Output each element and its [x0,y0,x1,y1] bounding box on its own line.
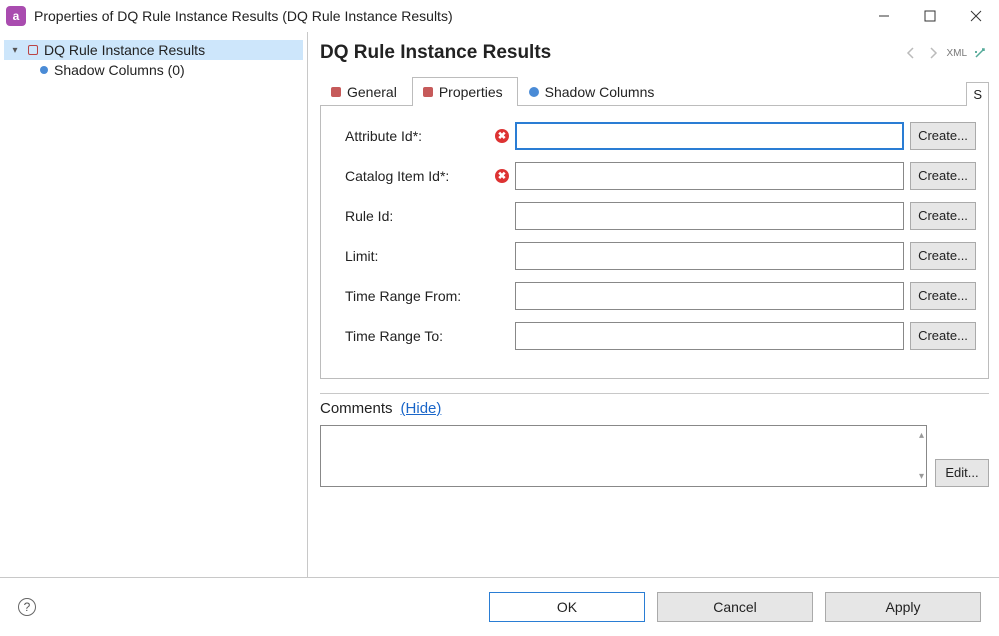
window-buttons [861,0,999,32]
titlebar: a Properties of DQ Rule Instance Results… [0,0,999,32]
node-icon [28,45,38,55]
node-icon [40,66,48,74]
xml-label[interactable]: XML [946,48,967,59]
scrollbar[interactable]: ▴ ▾ [919,430,924,482]
ok-button[interactable]: OK [489,592,645,622]
field-label: Limit: [345,248,495,264]
tab-properties-icon [423,87,433,97]
edit-button[interactable]: Edit... [935,459,989,487]
form-row: Time Range To: Create... [345,322,976,350]
help-icon[interactable]: ? [18,598,36,616]
text-input[interactable] [515,162,904,190]
minimize-button[interactable] [861,0,907,32]
form-row: Rule Id: Create... [345,202,976,230]
field-label: Attribute Id*: [345,128,495,144]
maximize-button[interactable] [907,0,953,32]
footer: ? OK Cancel Apply [0,577,999,636]
content-area: ▾ DQ Rule Instance Results Shadow Column… [0,32,999,577]
field-label: Catalog Item Id*: [345,168,495,184]
field-label: Rule Id: [345,208,495,224]
comments-header: Comments (Hide) [320,394,989,425]
text-input[interactable] [515,322,904,350]
page-title: DQ Rule Instance Results [320,42,898,64]
form-row: Limit: Create... [345,242,976,270]
tree-panel: ▾ DQ Rule Instance Results Shadow Column… [0,32,308,577]
window-title: Properties of DQ Rule Instance Results (… [34,8,861,24]
tree-child-label: Shadow Columns (0) [54,62,185,78]
nav-forward-icon[interactable] [924,44,942,62]
comments-row: ▴ ▾ Edit... [320,425,989,487]
text-input[interactable] [515,242,904,270]
tab-general-icon [331,87,341,97]
apply-button[interactable]: Apply [825,592,981,622]
text-input[interactable] [515,202,904,230]
header-row: DQ Rule Instance Results XML [320,42,989,64]
create-button[interactable]: Create... [910,122,976,150]
form-row: Catalog Item Id*:✖ Create... [345,162,976,190]
create-button[interactable]: Create... [910,322,976,350]
error-icon: ✖ [495,129,509,143]
nav-back-icon[interactable] [902,44,920,62]
tree-child-item[interactable]: Shadow Columns (0) [30,60,303,80]
tab-shadow-label: Shadow Columns [545,84,655,100]
form-row: Attribute Id*:✖ Create... [345,122,976,150]
error-icon: ✖ [495,169,509,183]
comments-hide-link[interactable]: (Hide) [401,400,442,417]
tab-shadow-columns[interactable]: Shadow Columns [518,77,670,106]
text-input[interactable] [515,122,904,150]
cancel-button[interactable]: Cancel [657,592,813,622]
create-button[interactable]: Create... [910,202,976,230]
tab-general[interactable]: General [320,77,412,106]
form-area: Attribute Id*:✖Create...Catalog Item Id*… [320,106,989,379]
main-panel: DQ Rule Instance Results XML General Pro… [308,32,999,577]
field-label: Time Range From: [345,288,495,304]
expand-arrow-icon[interactable]: ▾ [8,45,22,56]
scroll-up-icon[interactable]: ▴ [919,430,924,441]
tree-root-label: DQ Rule Instance Results [44,42,205,58]
close-button[interactable] [953,0,999,32]
tree-root-item[interactable]: ▾ DQ Rule Instance Results [4,40,303,60]
tab-general-label: General [347,84,397,100]
create-button[interactable]: Create... [910,242,976,270]
form-row: Time Range From: Create... [345,282,976,310]
comments-textarea[interactable]: ▴ ▾ [320,425,927,487]
tab-properties[interactable]: Properties [412,77,518,106]
create-button[interactable]: Create... [910,282,976,310]
app-icon: a [6,6,26,26]
tab-shadow-icon [529,87,539,97]
field-label: Time Range To: [345,328,495,344]
wand-icon[interactable] [971,44,989,62]
tabs: General Properties Shadow Columns S [320,76,989,106]
create-button[interactable]: Create... [910,162,976,190]
tabs-overflow-indicator[interactable]: S [966,82,989,106]
tab-properties-label: Properties [439,84,503,100]
comments-heading: Comments [320,400,393,417]
text-input[interactable] [515,282,904,310]
scroll-down-icon[interactable]: ▾ [919,471,924,482]
